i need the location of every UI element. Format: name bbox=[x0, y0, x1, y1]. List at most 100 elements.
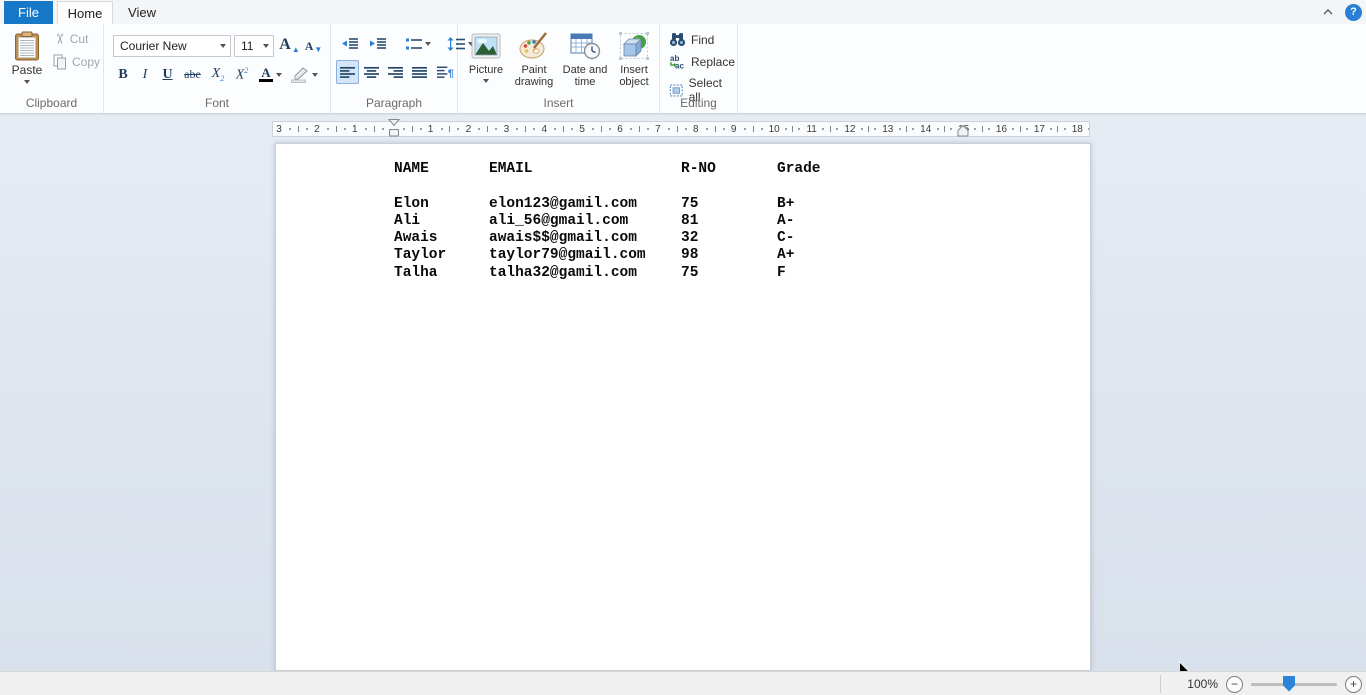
font-family-combobox[interactable]: Courier New bbox=[113, 35, 231, 57]
help-button[interactable]: ? bbox=[1345, 4, 1362, 21]
indent-marker[interactable] bbox=[388, 119, 400, 137]
ruler-tick bbox=[950, 128, 952, 130]
zoom-slider[interactable] bbox=[1251, 683, 1337, 686]
group-paragraph: ¶ Paragraph bbox=[331, 24, 458, 113]
ruler-tick bbox=[403, 128, 405, 130]
ruler-number: 9 bbox=[731, 124, 737, 135]
tab-home[interactable]: Home bbox=[57, 1, 113, 24]
increase-indent-button[interactable] bbox=[365, 32, 391, 56]
palette-icon bbox=[518, 31, 550, 61]
shrink-font-button[interactable]: A ▼ bbox=[302, 35, 325, 57]
ruler-number: 5 bbox=[579, 124, 585, 135]
font-group-title: Font bbox=[104, 96, 330, 110]
ruler-unit: 18 bbox=[1069, 122, 1090, 136]
replace-button[interactable]: ab ac Replace bbox=[665, 52, 739, 71]
bullet-list-icon bbox=[405, 37, 423, 51]
table-cell: Awais bbox=[394, 230, 489, 247]
find-button[interactable]: Find bbox=[665, 30, 718, 49]
chevron-down-icon bbox=[263, 44, 269, 48]
svg-text:¶: ¶ bbox=[448, 69, 454, 79]
table-cell: awais$$@gmail.com bbox=[489, 230, 681, 247]
align-left-button[interactable] bbox=[336, 60, 359, 84]
ruler-tick bbox=[563, 126, 564, 132]
strikethrough-icon: abe bbox=[184, 67, 201, 82]
table-cell: Elon bbox=[394, 196, 489, 213]
ruler-tick bbox=[715, 126, 716, 132]
ruler-unit: 3 bbox=[273, 122, 311, 136]
ruler-tick bbox=[365, 128, 367, 130]
clipboard-icon bbox=[14, 31, 40, 61]
ruler-tick bbox=[601, 126, 602, 132]
ruler-tick bbox=[554, 128, 556, 130]
table-header-row: NAMEEMAILR-NOGrade bbox=[394, 161, 837, 178]
ruler-unit: 2 bbox=[462, 122, 500, 136]
table-cell: NAME bbox=[394, 161, 489, 178]
table-row: Aliali_56@gmail.com81A- bbox=[394, 213, 837, 230]
decrease-indent-button[interactable] bbox=[337, 32, 363, 56]
ruler-tick bbox=[1088, 128, 1090, 130]
ruler-number: 6 bbox=[617, 124, 623, 135]
ruler-tick bbox=[937, 128, 939, 130]
ruler-tick bbox=[982, 126, 983, 132]
editing-group-title: Editing bbox=[660, 96, 737, 110]
zoom-out-button[interactable]: − bbox=[1226, 676, 1243, 693]
ruler-number: 1 bbox=[352, 124, 358, 135]
font-color-button[interactable]: A bbox=[254, 63, 287, 87]
ruler-number: 3 bbox=[503, 124, 509, 135]
superscript-button[interactable]: X2 bbox=[230, 63, 254, 87]
ruler-tick bbox=[441, 128, 443, 130]
ruler-tick bbox=[449, 126, 450, 132]
ruler-tick bbox=[457, 128, 459, 130]
clipboard-group-title: Clipboard bbox=[0, 96, 103, 110]
ruler-tick bbox=[677, 126, 678, 132]
ruler-tick bbox=[685, 128, 687, 130]
ruler-tick bbox=[289, 128, 291, 130]
ruler-unit: 1 bbox=[349, 122, 387, 136]
scissors-icon: ✂ bbox=[52, 33, 66, 45]
grow-font-button[interactable]: A ▲ bbox=[278, 35, 301, 57]
insert-group-title: Insert bbox=[458, 96, 659, 110]
paste-label: Paste bbox=[12, 63, 43, 77]
font-size-combobox[interactable]: 11 bbox=[234, 35, 274, 57]
cut-button[interactable]: ✂ Cut bbox=[53, 32, 88, 46]
chevron-down-icon bbox=[312, 73, 318, 77]
align-center-button[interactable] bbox=[360, 60, 383, 84]
right-indent-marker[interactable] bbox=[957, 124, 969, 137]
copy-button[interactable]: Copy bbox=[53, 54, 100, 70]
italic-button[interactable]: I bbox=[134, 63, 156, 87]
ruler-tick bbox=[630, 128, 632, 130]
ruler-unit: 4 bbox=[538, 122, 576, 136]
ribbon-tab-bar: File Home View ? bbox=[0, 0, 1366, 24]
highlight-color-button[interactable] bbox=[287, 63, 320, 87]
ruler-tick bbox=[868, 126, 869, 132]
ruler-tick bbox=[1020, 126, 1021, 132]
justify-button[interactable] bbox=[408, 60, 431, 84]
align-center-icon bbox=[364, 66, 379, 79]
ruler-tick bbox=[516, 128, 518, 130]
tab-file[interactable]: File bbox=[4, 1, 53, 24]
tab-view[interactable]: View bbox=[117, 1, 167, 24]
zoom-in-button[interactable]: + bbox=[1345, 676, 1362, 693]
zoom-slider-thumb[interactable] bbox=[1283, 676, 1295, 692]
strikethrough-button[interactable]: abe bbox=[179, 63, 206, 87]
italic-icon: I bbox=[143, 67, 148, 83]
minimize-ribbon-button[interactable] bbox=[1319, 3, 1337, 21]
bold-button[interactable]: B bbox=[112, 63, 134, 87]
question-mark-icon: ? bbox=[1350, 6, 1357, 18]
subscript-button[interactable]: X2 bbox=[206, 63, 230, 87]
document-page[interactable]: NAMEEMAILR-NOGradeElonelon123@gamil.com7… bbox=[275, 143, 1091, 671]
minus-icon: − bbox=[1231, 678, 1238, 690]
bold-icon: B bbox=[118, 67, 127, 83]
table-cell: elon123@gamil.com bbox=[489, 196, 681, 213]
ruler-tick bbox=[1057, 126, 1058, 132]
ruler-tick bbox=[944, 126, 945, 132]
list-button[interactable] bbox=[401, 32, 435, 56]
ribbon: Paste ✂ Cut Copy Clipboard Courier New bbox=[0, 24, 1366, 114]
paste-button[interactable]: Paste bbox=[6, 28, 48, 96]
underline-button[interactable]: U bbox=[156, 63, 179, 87]
paragraph-dialog-button[interactable]: ¶ bbox=[432, 60, 458, 84]
ruler-tick bbox=[533, 128, 535, 130]
align-right-button[interactable] bbox=[384, 60, 407, 84]
ruler-tick bbox=[336, 126, 337, 132]
ruler-tick bbox=[753, 126, 754, 132]
